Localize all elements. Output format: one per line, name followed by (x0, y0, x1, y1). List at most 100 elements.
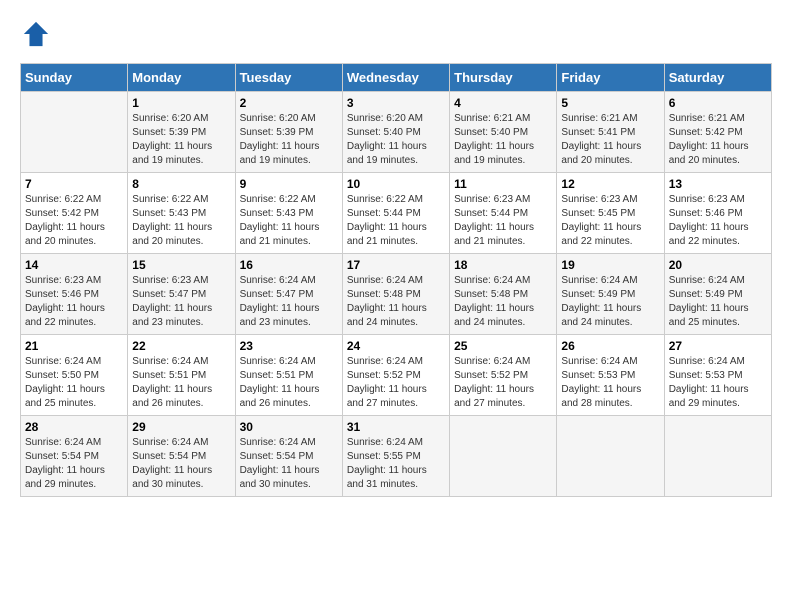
calendar-cell: 9 Sunrise: 6:22 AM Sunset: 5:43 PM Daylig… (235, 173, 342, 254)
calendar-cell: 12 Sunrise: 6:23 AM Sunset: 5:45 PM Dayli… (557, 173, 664, 254)
calendar-cell: 6 Sunrise: 6:21 AM Sunset: 5:42 PM Daylig… (664, 92, 771, 173)
day-info: Sunrise: 6:22 AM Sunset: 5:42 PM Dayligh… (25, 193, 123, 249)
calendar-cell: 24 Sunrise: 6:24 AM Sunset: 5:52 PM Dayli… (342, 335, 449, 416)
calendar-cell: 22Sunrise: 6:24 AM Sunset: 5:51 PM Dayli… (128, 335, 235, 416)
calendar-cell: 1 Sunrise: 6:20 AM Sunset: 5:39 PM Daylig… (128, 92, 235, 173)
weekday-header: Sunday (21, 64, 128, 92)
day-info: Sunrise: 6:24 AM Sunset: 5:48 PM Dayligh… (347, 274, 445, 330)
day-number: 20 (669, 258, 767, 272)
calendar-cell: 28 Sunrise: 6:24 AM Sunset: 5:54 PM Dayli… (21, 416, 128, 497)
day-number: 24 (347, 339, 445, 353)
day-info: Sunrise: 6:20 AM Sunset: 5:39 PM Dayligh… (132, 112, 230, 168)
calendar-week-row: 7 Sunrise: 6:22 AM Sunset: 5:42 PM Daylig… (21, 173, 772, 254)
calendar-cell: 20Sunrise: 6:24 AM Sunset: 5:49 PM Dayli… (664, 254, 771, 335)
logo-icon (22, 20, 50, 48)
day-info: Sunrise: 6:22 AM Sunset: 5:43 PM Dayligh… (132, 193, 230, 249)
calendar-cell: 11 Sunrise: 6:23 AM Sunset: 5:44 PM Dayli… (450, 173, 557, 254)
day-info: Sunrise: 6:24 AM Sunset: 5:48 PM Dayligh… (454, 274, 552, 330)
weekday-row: SundayMondayTuesdayWednesdayThursdayFrid… (21, 64, 772, 92)
day-number: 3 (347, 96, 445, 110)
calendar-cell (557, 416, 664, 497)
day-info: Sunrise: 6:23 AM Sunset: 5:44 PM Dayligh… (454, 193, 552, 249)
day-info: Sunrise: 6:24 AM Sunset: 5:52 PM Dayligh… (347, 355, 445, 411)
calendar-cell: 30Sunrise: 6:24 AM Sunset: 5:54 PM Dayli… (235, 416, 342, 497)
calendar-cell: 29 Sunrise: 6:24 AM Sunset: 5:54 PM Dayli… (128, 416, 235, 497)
day-number: 9 (240, 177, 338, 191)
day-number: 7 (25, 177, 123, 191)
calendar-cell: 7 Sunrise: 6:22 AM Sunset: 5:42 PM Daylig… (21, 173, 128, 254)
day-number: 29 (132, 420, 230, 434)
calendar-cell: 25 Sunrise: 6:24 AM Sunset: 5:52 PM Dayli… (450, 335, 557, 416)
calendar-cell: 3Sunrise: 6:20 AM Sunset: 5:40 PM Daylig… (342, 92, 449, 173)
logo (20, 20, 50, 53)
day-info: Sunrise: 6:24 AM Sunset: 5:51 PM Dayligh… (132, 355, 230, 411)
weekday-header: Thursday (450, 64, 557, 92)
day-info: Sunrise: 6:24 AM Sunset: 5:51 PM Dayligh… (240, 355, 338, 411)
calendar-body: 1 Sunrise: 6:20 AM Sunset: 5:39 PM Daylig… (21, 92, 772, 497)
day-info: Sunrise: 6:23 AM Sunset: 5:45 PM Dayligh… (561, 193, 659, 249)
weekday-header: Tuesday (235, 64, 342, 92)
calendar-header: SundayMondayTuesdayWednesdayThursdayFrid… (21, 64, 772, 92)
day-number: 14 (25, 258, 123, 272)
day-number: 26 (561, 339, 659, 353)
day-number: 17 (347, 258, 445, 272)
calendar-cell: 18 Sunrise: 6:24 AM Sunset: 5:48 PM Dayli… (450, 254, 557, 335)
day-info: Sunrise: 6:24 AM Sunset: 5:49 PM Dayligh… (561, 274, 659, 330)
calendar-week-row: 14 Sunrise: 6:23 AM Sunset: 5:46 PM Dayli… (21, 254, 772, 335)
day-number: 5 (561, 96, 659, 110)
day-number: 25 (454, 339, 552, 353)
day-number: 1 (132, 96, 230, 110)
day-info: Sunrise: 6:24 AM Sunset: 5:47 PM Dayligh… (240, 274, 338, 330)
day-number: 19 (561, 258, 659, 272)
calendar-cell: 14 Sunrise: 6:23 AM Sunset: 5:46 PM Dayli… (21, 254, 128, 335)
day-number: 16 (240, 258, 338, 272)
calendar-cell (450, 416, 557, 497)
day-number: 18 (454, 258, 552, 272)
day-number: 2 (240, 96, 338, 110)
weekday-header: Friday (557, 64, 664, 92)
calendar-cell: 17 Sunrise: 6:24 AM Sunset: 5:48 PM Dayli… (342, 254, 449, 335)
day-number: 4 (454, 96, 552, 110)
day-info: Sunrise: 6:24 AM Sunset: 5:52 PM Dayligh… (454, 355, 552, 411)
day-number: 27 (669, 339, 767, 353)
day-info: Sunrise: 6:21 AM Sunset: 5:40 PM Dayligh… (454, 112, 552, 168)
calendar-table: SundayMondayTuesdayWednesdayThursdayFrid… (20, 63, 772, 497)
day-number: 13 (669, 177, 767, 191)
calendar-cell: 5 Sunrise: 6:21 AM Sunset: 5:41 PM Daylig… (557, 92, 664, 173)
calendar-cell (21, 92, 128, 173)
calendar-cell: 10Sunrise: 6:22 AM Sunset: 5:44 PM Dayli… (342, 173, 449, 254)
day-info: Sunrise: 6:22 AM Sunset: 5:44 PM Dayligh… (347, 193, 445, 249)
calendar-cell: 21Sunrise: 6:24 AM Sunset: 5:50 PM Dayli… (21, 335, 128, 416)
calendar-cell: 26 Sunrise: 6:24 AM Sunset: 5:53 PM Dayli… (557, 335, 664, 416)
page-header (20, 20, 772, 53)
calendar-cell: 23 Sunrise: 6:24 AM Sunset: 5:51 PM Dayli… (235, 335, 342, 416)
day-number: 21 (25, 339, 123, 353)
day-number: 28 (25, 420, 123, 434)
day-number: 23 (240, 339, 338, 353)
day-info: Sunrise: 6:24 AM Sunset: 5:54 PM Dayligh… (132, 436, 230, 492)
calendar-cell: 19 Sunrise: 6:24 AM Sunset: 5:49 PM Dayli… (557, 254, 664, 335)
calendar-week-row: 28 Sunrise: 6:24 AM Sunset: 5:54 PM Dayli… (21, 416, 772, 497)
day-info: Sunrise: 6:21 AM Sunset: 5:41 PM Dayligh… (561, 112, 659, 168)
day-info: Sunrise: 6:24 AM Sunset: 5:53 PM Dayligh… (669, 355, 767, 411)
day-number: 6 (669, 96, 767, 110)
day-info: Sunrise: 6:22 AM Sunset: 5:43 PM Dayligh… (240, 193, 338, 249)
day-info: Sunrise: 6:24 AM Sunset: 5:55 PM Dayligh… (347, 436, 445, 492)
calendar-cell: 2 Sunrise: 6:20 AM Sunset: 5:39 PM Daylig… (235, 92, 342, 173)
day-number: 11 (454, 177, 552, 191)
day-info: Sunrise: 6:24 AM Sunset: 5:54 PM Dayligh… (25, 436, 123, 492)
day-info: Sunrise: 6:24 AM Sunset: 5:53 PM Dayligh… (561, 355, 659, 411)
weekday-header: Monday (128, 64, 235, 92)
day-number: 12 (561, 177, 659, 191)
day-info: Sunrise: 6:24 AM Sunset: 5:54 PM Dayligh… (240, 436, 338, 492)
day-number: 31 (347, 420, 445, 434)
weekday-header: Wednesday (342, 64, 449, 92)
day-info: Sunrise: 6:20 AM Sunset: 5:39 PM Dayligh… (240, 112, 338, 168)
calendar-cell (664, 416, 771, 497)
day-info: Sunrise: 6:23 AM Sunset: 5:47 PM Dayligh… (132, 274, 230, 330)
calendar-cell: 8 Sunrise: 6:22 AM Sunset: 5:43 PM Daylig… (128, 173, 235, 254)
day-info: Sunrise: 6:23 AM Sunset: 5:46 PM Dayligh… (25, 274, 123, 330)
day-number: 8 (132, 177, 230, 191)
day-info: Sunrise: 6:21 AM Sunset: 5:42 PM Dayligh… (669, 112, 767, 168)
calendar-cell: 31 Sunrise: 6:24 AM Sunset: 5:55 PM Dayli… (342, 416, 449, 497)
